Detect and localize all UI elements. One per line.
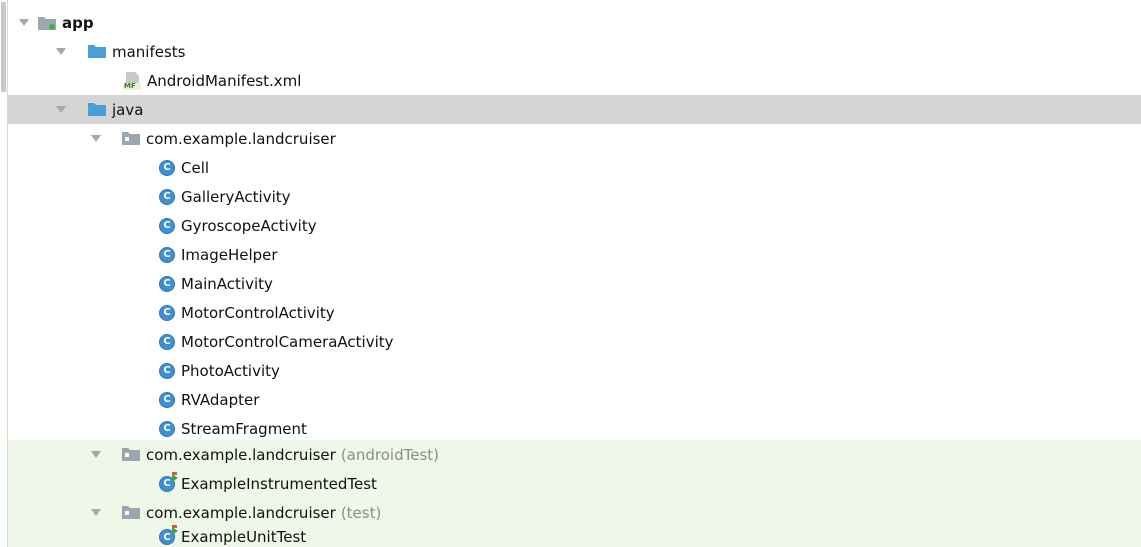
- class-letter: C: [163, 478, 171, 489]
- source-set-label: (androidTest): [340, 445, 439, 464]
- tree-label-class: MotorControlCameraActivity: [181, 332, 394, 351]
- tree-row-class[interactable]: C StreamFragment: [8, 414, 1141, 443]
- folder-icon: [88, 45, 106, 58]
- folder-icon: [88, 103, 106, 116]
- tree-label-app: app: [62, 13, 94, 32]
- expand-arrow-icon[interactable]: [91, 451, 101, 458]
- expand-arrow-icon[interactable]: [56, 48, 66, 55]
- tree-label-class: MainActivity: [181, 274, 273, 293]
- project-tree: app manifests MF AndroidManifest.xml jav…: [0, 0, 1141, 547]
- source-set-label: (test): [340, 503, 382, 522]
- java-class-icon: C: [159, 217, 175, 234]
- tree-row-class[interactable]: C RVAdapter: [8, 385, 1141, 414]
- tree-row-app[interactable]: app: [8, 8, 1141, 37]
- expand-arrow-icon[interactable]: [19, 19, 29, 26]
- tree-row-class[interactable]: C MotorControlCameraActivity: [8, 327, 1141, 356]
- java-class-icon: C: [159, 159, 175, 176]
- tree-row-class[interactable]: C MainActivity: [8, 269, 1141, 298]
- tree-label-test-class: ExampleUnitTest: [181, 528, 307, 546]
- tree-row-class[interactable]: C PhotoActivity: [8, 356, 1141, 385]
- scrollbar-thumb[interactable]: [1, 2, 6, 92]
- expand-arrow-icon[interactable]: [56, 106, 66, 113]
- test-class-icon: C: [159, 525, 178, 545]
- java-class-icon: C: [159, 333, 175, 350]
- java-class-icon: C: [159, 362, 175, 379]
- tree-row-class[interactable]: C ImageHelper: [8, 240, 1141, 269]
- java-class-icon: C: [159, 188, 175, 205]
- java-class-icon: C: [159, 304, 175, 321]
- expand-arrow-icon[interactable]: [91, 509, 101, 516]
- tree-label-manifest-file: AndroidManifest.xml: [147, 71, 302, 90]
- class-letter: C: [163, 531, 171, 543]
- tree-row-class[interactable]: C GalleryActivity: [8, 182, 1141, 211]
- tree-row-package-main[interactable]: com.example.landcruiser: [8, 124, 1141, 153]
- test-badge-green: [172, 473, 178, 482]
- tree-row-package-test[interactable]: com.example.landcruiser (test): [8, 498, 1141, 527]
- tree-row-class[interactable]: C MotorControlActivity: [8, 298, 1141, 327]
- tree-row-package-android-test[interactable]: com.example.landcruiser (androidTest): [8, 440, 1141, 469]
- tree-label-package-android-test: com.example.landcruiser: [146, 445, 336, 464]
- manifest-badge: MF: [124, 81, 136, 90]
- tree-row-manifest-file[interactable]: MF AndroidManifest.xml: [8, 66, 1141, 95]
- scrollbar-track[interactable]: [0, 0, 8, 547]
- tree-label-class: GyroscopeActivity: [181, 216, 317, 235]
- tree-label-package-test: com.example.landcruiser: [146, 503, 336, 522]
- test-badge-green: [172, 527, 178, 535]
- java-class-icon: C: [159, 420, 175, 437]
- tree-label-class: RVAdapter: [181, 390, 260, 409]
- tree-label-class: Cell: [181, 158, 210, 177]
- manifest-file-icon: MF: [123, 71, 141, 90]
- tree-label-package-main: com.example.landcruiser: [146, 129, 336, 148]
- tree-label-class: PhotoActivity: [181, 361, 280, 380]
- tree-row-java[interactable]: java: [8, 95, 1141, 124]
- tree-row-class[interactable]: C Cell: [8, 153, 1141, 182]
- package-icon: [122, 448, 140, 461]
- expand-arrow-icon[interactable]: [91, 135, 101, 142]
- tree-label-class: ImageHelper: [181, 245, 278, 264]
- tree-row-test-class[interactable]: C ExampleUnitTest: [8, 525, 1141, 547]
- tree-label-manifests: manifests: [112, 42, 186, 61]
- package-icon: [122, 506, 140, 519]
- tree-row-class[interactable]: C GyroscopeActivity: [8, 211, 1141, 240]
- java-class-icon: C: [159, 275, 175, 292]
- test-class-icon: C: [159, 471, 178, 492]
- module-folder-icon: [38, 16, 56, 30]
- tree-row-manifests[interactable]: manifests: [8, 37, 1141, 66]
- package-icon: [122, 132, 140, 145]
- tree-label-class: GalleryActivity: [181, 187, 291, 206]
- tree-label-class: StreamFragment: [181, 419, 307, 438]
- java-class-icon: C: [159, 391, 175, 408]
- java-class-icon: C: [159, 246, 175, 263]
- tree-label-class: MotorControlActivity: [181, 303, 335, 322]
- tree-label-android-test-class: ExampleInstrumentedTest: [181, 474, 377, 493]
- tree-row-test-class[interactable]: C ExampleInstrumentedTest: [8, 469, 1141, 498]
- tree-label-java: java: [112, 100, 144, 119]
